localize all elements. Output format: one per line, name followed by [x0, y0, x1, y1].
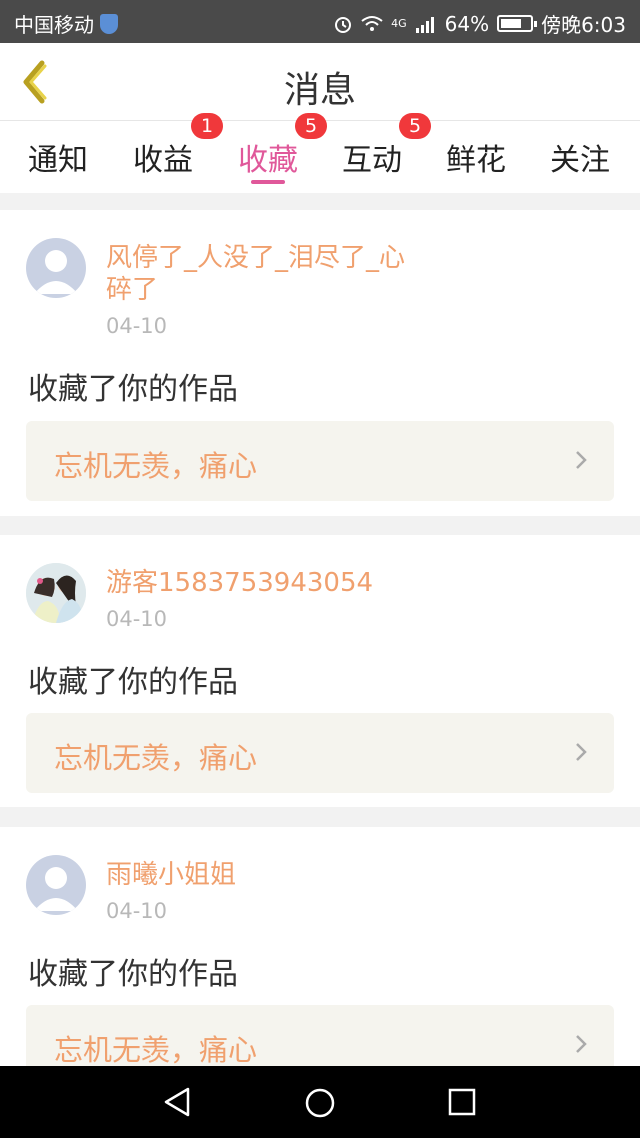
tab-notice[interactable]: 通知 — [6, 135, 110, 179]
chevron-right-icon — [576, 743, 587, 761]
wifi-icon — [361, 15, 383, 31]
avatar[interactable] — [26, 563, 86, 623]
message-card: 游客1583753943054 04-10 收藏了你的作品 忘机无羡，痛心 — [0, 535, 640, 807]
message-date: 04-10 — [106, 607, 168, 631]
favorites-badge: 5 — [295, 113, 327, 139]
user-name[interactable]: 雨曦小姐姐 — [106, 859, 406, 891]
nav-back-icon[interactable] — [162, 1086, 192, 1118]
chevron-right-icon — [576, 451, 587, 469]
page-title: 消息 — [283, 70, 356, 111]
work-link[interactable]: 忘机无羡，痛心 — [26, 421, 614, 501]
active-tab-indicator — [251, 180, 285, 184]
tab-interactions[interactable]: 互动 — [320, 135, 424, 179]
status-bar: 中国移动 4G 64% 傍晚6:03 — [0, 0, 640, 43]
tab-follows[interactable]: 关注 — [528, 135, 632, 179]
signal-icon — [415, 16, 434, 33]
system-nav-bar — [0, 1066, 640, 1138]
user-name[interactable]: 游客1583753943054 — [106, 567, 406, 599]
header: 消息 — [0, 43, 640, 121]
interactions-badge: 5 — [399, 113, 431, 139]
nav-recents-icon[interactable] — [448, 1088, 476, 1116]
tab-favorites[interactable]: 收藏 — [216, 135, 320, 179]
work-title: 忘机无羡，痛心 — [54, 1033, 258, 1067]
user-name[interactable]: 风停了_人没了_泪尽了_心碎了 — [106, 242, 406, 306]
work-title: 忘机无羡，痛心 — [54, 449, 258, 483]
message-action: 收藏了你的作品 — [28, 372, 238, 407]
work-title: 忘机无羡，痛心 — [54, 741, 258, 775]
tab-flowers[interactable]: 鲜花 — [424, 135, 528, 179]
avatar[interactable] — [26, 238, 86, 298]
carrier-name: 中国移动 — [14, 13, 94, 37]
shield-icon — [100, 13, 118, 34]
earnings-badge: 1 — [191, 113, 223, 139]
message-action: 收藏了你的作品 — [28, 957, 238, 992]
battery-icon — [497, 15, 538, 32]
message-date: 04-10 — [106, 899, 168, 923]
message-date: 04-10 — [106, 314, 168, 338]
chevron-right-icon — [576, 1035, 587, 1053]
clock: 傍晚6:03 — [541, 13, 626, 37]
network-type: 4G — [391, 17, 407, 30]
nav-home-icon[interactable] — [304, 1087, 336, 1119]
work-link[interactable]: 忘机无羡，痛心 — [26, 713, 614, 793]
message-card: 风停了_人没了_泪尽了_心碎了 04-10 收藏了你的作品 忘机无羡，痛心 — [0, 210, 640, 516]
avatar[interactable] — [26, 855, 86, 915]
message-card: 雨曦小姐姐 04-10 收藏了你的作品 忘机无羡，痛心 — [0, 827, 640, 1085]
tab-bar: 通知 收益 收藏 互动 鲜花 关注 1 5 5 — [0, 113, 640, 193]
message-action: 收藏了你的作品 — [28, 665, 238, 700]
tab-earnings[interactable]: 收益 — [111, 135, 215, 179]
alarm-icon — [335, 16, 352, 33]
battery-percent: 64% — [444, 11, 490, 36]
